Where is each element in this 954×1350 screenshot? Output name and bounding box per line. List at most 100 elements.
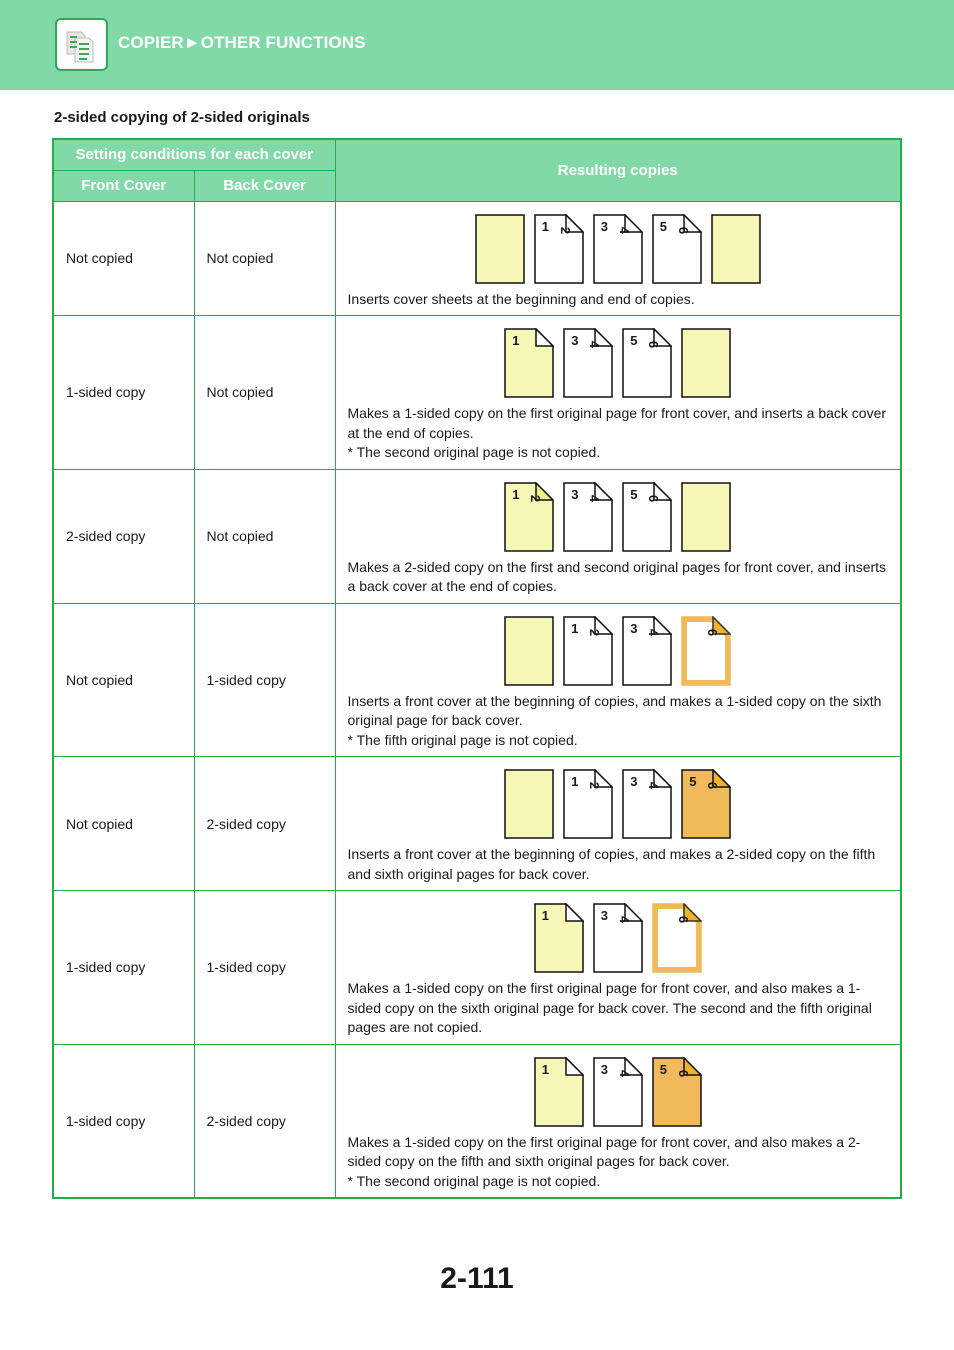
description-line: Makes a 1-sided copy on the first origin… — [347, 980, 872, 1035]
page-diagram-plain: 56 — [622, 328, 673, 398]
back-page-number: 4 — [646, 628, 662, 636]
table-row: Not copied Not copied 1 2 3 4 5 6 Inserts cove… — [52, 200, 902, 316]
page-diagram-cover — [711, 213, 761, 284]
result-description: Inserts a front cover at the beginning o… — [336, 841, 900, 890]
front-page-number: 5 — [659, 218, 667, 234]
page-number: 2-111 — [440, 1262, 514, 1295]
header-front-cover: Front Cover — [52, 169, 195, 202]
front-cover-setting: Not copied — [52, 602, 195, 757]
page-diagram-plain: 12 — [534, 213, 584, 284]
back-page-number: 6 — [705, 781, 721, 790]
back-page-number: 4 — [616, 226, 632, 234]
table-row: 1-sided copy 2-sided copy 1 3 4 5 6 Makes a 1… — [52, 1043, 902, 1199]
front-page-number: 3 — [571, 486, 579, 502]
page-diagram-cover-printed1: 1 — [504, 328, 555, 398]
resulting-copies-cell: 1 3 4 5 6 Makes a 1-sided copy on the first o… — [334, 1043, 902, 1199]
cover-settings-table: Setting conditions for each cover Result… — [52, 138, 902, 1199]
table-row: 1-sided copy 1-sided copy 1 3 4 6 Makes a 1-… — [52, 890, 902, 1045]
front-page-number: 3 — [630, 620, 638, 636]
front-page-number: 5 — [630, 333, 638, 348]
header-back-cover: Back Cover — [193, 169, 336, 202]
copies-diagram: 134 56 — [336, 1056, 900, 1129]
page-diagram-cover — [504, 769, 554, 839]
back-cover-setting: 1-sided copy — [193, 890, 336, 1045]
front-page-number: 1 — [512, 486, 520, 502]
front-page-number: 3 — [600, 1061, 608, 1077]
copier-icon — [55, 18, 108, 71]
front-page-number: 1 — [571, 774, 579, 789]
front-cover-setting: Not copied — [52, 756, 195, 891]
copies-diagram: 123456 — [336, 481, 900, 554]
back-page-number: 6 — [675, 1069, 691, 1077]
front-page-number: 3 — [571, 333, 579, 348]
front-cover-setting: Not copied — [52, 200, 195, 316]
back-page-number: 4 — [587, 494, 603, 502]
copies-diagram: 13456 — [336, 328, 900, 400]
back-page-number: 6 — [705, 628, 721, 636]
description-line: * The fifth original page is not copied. — [347, 731, 578, 748]
front-page-number: 3 — [630, 774, 638, 789]
back-page-number: 4 — [616, 915, 632, 924]
front-page-number: 5 — [630, 486, 638, 502]
page-diagram-plain: 12 — [563, 769, 614, 839]
front-cover-setting: 2-sided copy — [52, 468, 195, 604]
front-cover-setting: 1-sided copy — [52, 890, 195, 1045]
page-diagram-back-printed1: 6 — [681, 615, 732, 686]
copies-diagram: 12346 — [336, 615, 900, 688]
description-line: Makes a 2-sided copy on the first and se… — [347, 558, 887, 595]
back-page-number: 2 — [528, 494, 544, 502]
table-row: 1-sided copy Not copied 1 3 4 5 6 Makes a 1-s… — [52, 315, 902, 470]
page-diagram-plain: 34 — [622, 769, 673, 839]
front-page-number: 5 — [689, 774, 697, 789]
front-page-number: 1 — [512, 333, 520, 348]
back-page-number: 2 — [587, 628, 603, 636]
front-page-number: 5 — [659, 1061, 667, 1077]
description-line: * The second original page is not copied… — [347, 1172, 601, 1189]
page-diagram-cover — [475, 213, 525, 284]
page-diagram-back-printed1: 6 — [652, 903, 702, 973]
back-cover-setting: Not copied — [193, 200, 336, 316]
page-diagram-plain: 34 — [593, 903, 643, 973]
page-diagram-plain: 34 — [593, 213, 643, 284]
front-page-number: 1 — [571, 620, 579, 636]
table-row: Not copied 1-sided copy 1 2 3 4 6 Inserts a f… — [52, 602, 902, 757]
back-page-number: 4 — [616, 1069, 632, 1077]
page-diagram-plain: 34 — [563, 481, 614, 552]
resulting-copies-cell: 1 3 4 5 6 Makes a 1-sided copy on the first o… — [334, 315, 902, 470]
back-cover-setting: 2-sided copy — [193, 756, 336, 891]
page-diagram-cover-printed2: 12 — [504, 481, 555, 552]
description-line: Makes a 1-sided copy on the first origin… — [347, 1133, 861, 1170]
copies-diagram: 1 34 6 — [336, 903, 900, 975]
page-header: COPIER►OTHER FUNCTIONS — [0, 0, 954, 90]
result-description: Inserts cover sheets at the beginning an… — [336, 286, 900, 316]
back-cover-setting: Not copied — [193, 315, 336, 470]
description-line: * The second original page is not copied… — [347, 444, 601, 460]
back-page-number: 6 — [646, 494, 662, 502]
resulting-copies-cell: 1 2 3 4 5 6 Inserts cover sheets at the beginn… — [334, 200, 902, 316]
copies-diagram: 123456 — [336, 213, 900, 286]
page-diagram-cover-printed1: 1 — [534, 1056, 584, 1127]
front-page-number: 3 — [600, 908, 608, 923]
resulting-copies-cell: 1 2 3 4 5 6 Makes a 2-sided copy on the first … — [334, 468, 902, 604]
result-description: Makes a 2-sided copy on the first and se… — [336, 554, 900, 603]
page-diagram-plain: 34 — [622, 615, 673, 686]
front-cover-setting: 1-sided copy — [52, 1043, 195, 1199]
back-page-number: 6 — [675, 226, 691, 234]
page-diagram-plain: 34 — [593, 1056, 643, 1127]
resulting-copies-cell: 1 2 3 4 6 Inserts a front cover at the beginn… — [334, 602, 902, 757]
back-page-number: 6 — [646, 340, 662, 349]
page-diagram-plain: 56 — [652, 213, 702, 284]
resulting-copies-cell: 1 2 3 4 5 6 Inserts a front cover at the begin… — [334, 756, 902, 891]
page-diagram-back-printed2: 56 — [681, 769, 732, 839]
table-row: Not copied 2-sided copy 1 2 3 4 5 6 Inserts a … — [52, 756, 902, 891]
back-page-number: 2 — [587, 781, 603, 790]
page-diagram-plain: 12 — [563, 615, 614, 686]
header-resulting-copies: Resulting copies — [334, 138, 902, 202]
front-page-number: 3 — [600, 218, 608, 234]
back-cover-setting: Not copied — [193, 468, 336, 604]
header-setting-conditions: Setting conditions for each cover — [52, 138, 336, 171]
back-cover-setting: 2-sided copy — [193, 1043, 336, 1199]
header-title: COPIER►OTHER FUNCTIONS — [118, 33, 366, 52]
back-cover-setting: 1-sided copy — [193, 602, 336, 757]
copies-diagram: 123456 — [336, 769, 900, 841]
